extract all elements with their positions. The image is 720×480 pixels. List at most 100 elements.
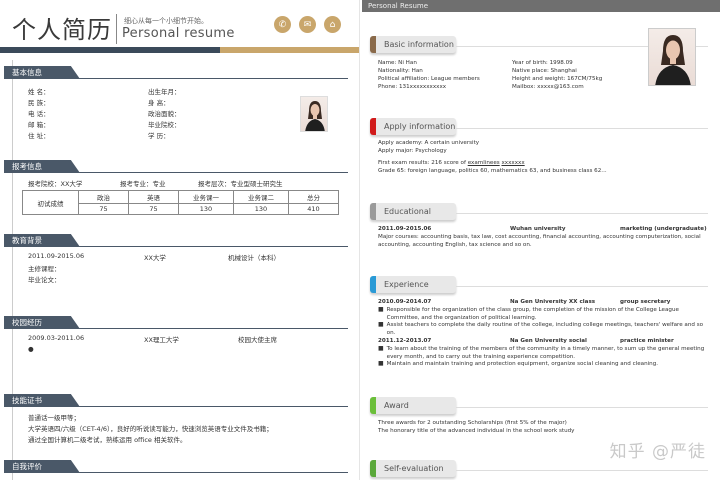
resume-title-en: Personal resume	[122, 26, 235, 41]
score-header: 业务课一	[178, 190, 234, 204]
award-item: Three awards for 2 outstanding Scholarsh…	[378, 420, 567, 426]
field-politics: 政治面貌：	[148, 110, 181, 118]
basic-political: Political affiliation: League members	[378, 76, 480, 82]
section-rule	[76, 472, 348, 473]
section-label: Experience	[384, 280, 429, 289]
section-marker	[370, 36, 376, 53]
section-rule	[456, 407, 708, 408]
section-educational: Educational	[370, 203, 456, 220]
award-item: The honorary title of the advanced indiv…	[378, 428, 575, 434]
edu-courses: Major courses: accounting basis, tax law…	[378, 234, 701, 248]
section-rule	[456, 470, 708, 471]
list-item: ■ Maintain and maintain training and prot…	[378, 360, 708, 369]
edu-date: 2011.09-2015.06	[378, 226, 432, 232]
basic-name: Name: Ni Han	[378, 60, 417, 66]
field-name: 姓 名：	[28, 88, 50, 96]
section-apply-information: Apply information	[370, 118, 456, 135]
resume-title-cn: 个人简历	[12, 16, 112, 44]
basic-mailbox: Mailbox: xxxxx@163.com	[512, 84, 584, 90]
apply-major: 报考专业：专业	[120, 180, 166, 188]
apply-school: 报考院校：XX大学	[28, 180, 83, 188]
section-rule	[76, 246, 348, 247]
exp-org: Na Gen University social	[510, 338, 587, 344]
skill-item: 通过全国计算机二级考试，熟练运用 office 相关软件。	[28, 436, 187, 444]
score-row-label: 初试成绩	[22, 190, 79, 215]
contact-icons: ✆ ✉ ⌂	[274, 16, 341, 33]
section-marker	[370, 276, 376, 293]
bullet-dot: ■	[378, 345, 384, 352]
top-bar-title: Personal Resume	[362, 0, 720, 12]
edu-major: 机械设计（本科）	[228, 254, 280, 262]
title-divider	[116, 14, 117, 44]
apply-major: Apply major: Psychology	[378, 148, 447, 154]
section-skills: 技能证书	[4, 394, 80, 407]
field-email: 邮 箱：	[28, 121, 50, 129]
basic-native: Native place: Shanghai	[512, 68, 577, 74]
edu-school: XX大学	[144, 254, 166, 262]
section-rule	[76, 328, 348, 329]
score-header: 政治	[78, 190, 129, 204]
mail-icon: ✉	[299, 16, 316, 33]
header-stripe-accent	[220, 47, 359, 53]
section-self-evaluation: Self-evaluation	[370, 460, 456, 477]
edu-courses: 主修课程：	[28, 265, 61, 273]
basic-nationality: Nationality: Han	[378, 68, 423, 74]
section-rule	[456, 128, 708, 129]
campus-role: 校园大使主席	[238, 336, 277, 344]
list-item: ■ To learn about the training of the memb…	[378, 345, 708, 361]
campus-date: 2009.03-2011.06	[28, 334, 85, 342]
english-resume-page: Personal Resume Basic information Name: …	[362, 0, 720, 480]
score-header: 英语	[128, 190, 179, 204]
score-header: 业务课二	[233, 190, 289, 204]
exp-role: group secretary	[620, 299, 671, 305]
basic-birth: Year of birth: 1998.09	[512, 60, 573, 66]
profile-photo	[648, 28, 696, 86]
exam-link-2: xxxxxxx	[501, 160, 525, 166]
chinese-resume-page: 个人简历 细心从每一个小细节开始。 Personal resume ✆ ✉ ⌂ …	[0, 0, 360, 480]
field-phone: 电 话：	[28, 110, 50, 118]
bullet-text: Assist teachers to complete the daily ro…	[386, 322, 704, 336]
section-basic-info: 基本信息	[4, 66, 80, 79]
resume-tagline: 细心从每一个小细节开始。	[124, 17, 208, 25]
exp-role: practice minister	[620, 338, 674, 344]
field-birth: 出生年月：	[148, 88, 181, 96]
bullet-text: Maintain and maintain training and prote…	[386, 361, 659, 368]
score-table: 初试成绩 政治 英语 业务课一 业务课二 总分 75 75 130 130 41…	[22, 190, 339, 215]
apply-degree: 报考层次：专业型硕士研究生	[198, 180, 283, 188]
field-height: 身 高：	[148, 99, 170, 107]
skill-item: 大学英语四/六级（CET-4/6），良好的听说读写能力，快速浏览英语专业文件及书…	[28, 425, 273, 433]
section-marker	[370, 460, 376, 477]
section-marker	[370, 118, 376, 135]
field-ethnicity: 民 族：	[28, 99, 50, 107]
section-label: Award	[384, 401, 409, 410]
basic-height: Height and weight: 167CM/75kg	[512, 76, 603, 82]
phone-icon: ✆	[274, 16, 291, 33]
basic-phone: Phone: 131xxxxxxxxxxx	[378, 84, 447, 90]
field-address: 住 址：	[28, 132, 50, 140]
score-value: 130	[178, 203, 234, 215]
score-value: 75	[78, 203, 129, 215]
section-rule	[456, 286, 708, 287]
section-label: Self-evaluation	[384, 464, 444, 473]
exam-prefix: First exam results: 216 score of	[378, 160, 468, 166]
exp-org: Na Gen University XX class	[510, 299, 596, 305]
edu-date: 2011.09-2015.06	[28, 252, 85, 260]
edu-thesis: 毕业论文：	[28, 276, 61, 284]
apply-exam: First exam results: 216 score of examlin…	[378, 160, 525, 168]
score-value: 130	[233, 203, 289, 215]
section-rule	[76, 406, 348, 407]
skill-item: 普通话一级甲等；	[28, 414, 80, 422]
list-item: ■ Assist teachers to complete the daily r…	[378, 321, 708, 337]
score-value: 410	[288, 203, 339, 215]
location-icon: ⌂	[324, 16, 341, 33]
edu-degree: marketing (undergraduate)	[620, 226, 707, 232]
section-education: 教育背景	[4, 234, 80, 247]
score-header: 总分	[288, 190, 339, 204]
campus-bullet: ●	[28, 345, 34, 353]
section-self-eval: 自我评价	[4, 460, 80, 473]
bullet-dot: ■	[378, 321, 384, 329]
section-label: Basic information	[384, 40, 454, 49]
edu-school: Wuhan university	[510, 226, 566, 232]
section-label: Educational	[384, 207, 431, 216]
section-experience: Experience	[370, 276, 456, 293]
